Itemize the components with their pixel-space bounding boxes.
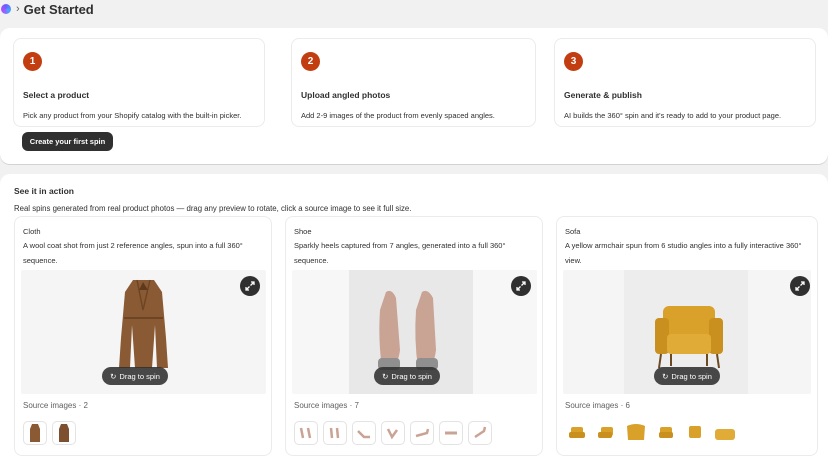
step-card-1: 1 Select a product Pick any product from… (13, 38, 265, 127)
source-thumbnail[interactable] (294, 421, 318, 445)
drag-to-spin-button[interactable]: ↻ Drag to spin (374, 367, 440, 385)
demo-example-shoe: Shoe Sparkly heels captured from 7 angle… (285, 216, 543, 456)
example-description: Sparkly heels captured from 7 angles, ge… (294, 241, 506, 265)
expand-icon[interactable] (240, 276, 260, 296)
source-thumbnail[interactable] (654, 421, 678, 445)
source-thumbnail[interactable] (381, 421, 405, 445)
step-number-badge: 3 (564, 52, 583, 71)
source-thumbnail[interactable] (52, 421, 76, 445)
source-thumbnail[interactable] (594, 421, 618, 445)
source-thumbnail[interactable] (712, 421, 738, 445)
step-number-badge: 2 (301, 52, 320, 71)
demo-example-sofa: Sofa A yellow armchair spun from 6 studi… (556, 216, 818, 456)
step-description: Pick any product from your Shopify catal… (23, 111, 242, 120)
source-thumbnail[interactable] (623, 421, 649, 445)
source-images-label: Source images · 7 (294, 401, 359, 410)
page-title: Get Started (23, 1, 94, 17)
drag-label: Drag to spin (119, 371, 160, 381)
source-images-label: Source images · 6 (565, 401, 630, 410)
source-thumbnail[interactable] (23, 421, 47, 445)
app-icon[interactable] (1, 4, 11, 14)
step-title: Upload angled photos (301, 90, 391, 100)
source-thumbnails (23, 421, 76, 445)
drag-to-spin-button[interactable]: ↻ Drag to spin (102, 367, 168, 385)
step-title: Generate & publish (564, 90, 642, 100)
step-description: AI builds the 360° spin and it's ready t… (564, 111, 782, 120)
drag-label: Drag to spin (671, 371, 712, 381)
breadcrumb: › Get Started (0, 0, 94, 18)
step-title: Select a product (23, 90, 90, 100)
create-first-spin-button[interactable]: Create your first spin (22, 132, 113, 151)
source-thumbnail[interactable] (565, 421, 589, 445)
drag-to-spin-button[interactable]: ↻ Drag to spin (654, 367, 720, 385)
demo-example-cloth: Cloth A wool coat shot from just 2 refer… (14, 216, 272, 456)
expand-icon[interactable] (790, 276, 810, 296)
source-thumbnail[interactable] (323, 421, 347, 445)
step-description: Add 2-9 images of the product from evenl… (301, 111, 495, 120)
source-thumbnail[interactable] (683, 421, 707, 445)
example-description: A wool coat shot from just 2 reference a… (23, 241, 243, 265)
step-card-3: 3 Generate & publish AI builds the 360° … (554, 38, 816, 127)
rotate-icon: ↻ (382, 371, 389, 381)
source-thumbnail[interactable] (439, 421, 463, 445)
source-thumbnail[interactable] (352, 421, 376, 445)
source-images-label: Source images · 2 (23, 401, 88, 410)
section-title: See it in action (14, 186, 74, 196)
source-thumbnails (565, 421, 738, 445)
chevron-right-icon: › (16, 3, 20, 15)
source-thumbnail[interactable] (468, 421, 492, 445)
rotate-icon: ↻ (662, 371, 669, 381)
step-card-2: 2 Upload angled photos Add 2-9 images of… (291, 38, 536, 127)
source-thumbnails (294, 421, 492, 445)
getting-started-card: 1 Select a product Pick any product from… (0, 28, 828, 164)
drag-label: Drag to spin (391, 371, 432, 381)
step-number-badge: 1 (23, 52, 42, 71)
example-label: Shoe (294, 227, 312, 236)
example-label: Sofa (565, 227, 581, 236)
example-description: A yellow armchair spun from 6 studio ang… (565, 241, 802, 265)
expand-icon[interactable] (511, 276, 531, 296)
example-label: Cloth (23, 227, 41, 236)
section-subtitle: Real spins generated from real product p… (14, 204, 412, 213)
source-thumbnail[interactable] (410, 421, 434, 445)
rotate-icon: ↻ (110, 371, 117, 381)
